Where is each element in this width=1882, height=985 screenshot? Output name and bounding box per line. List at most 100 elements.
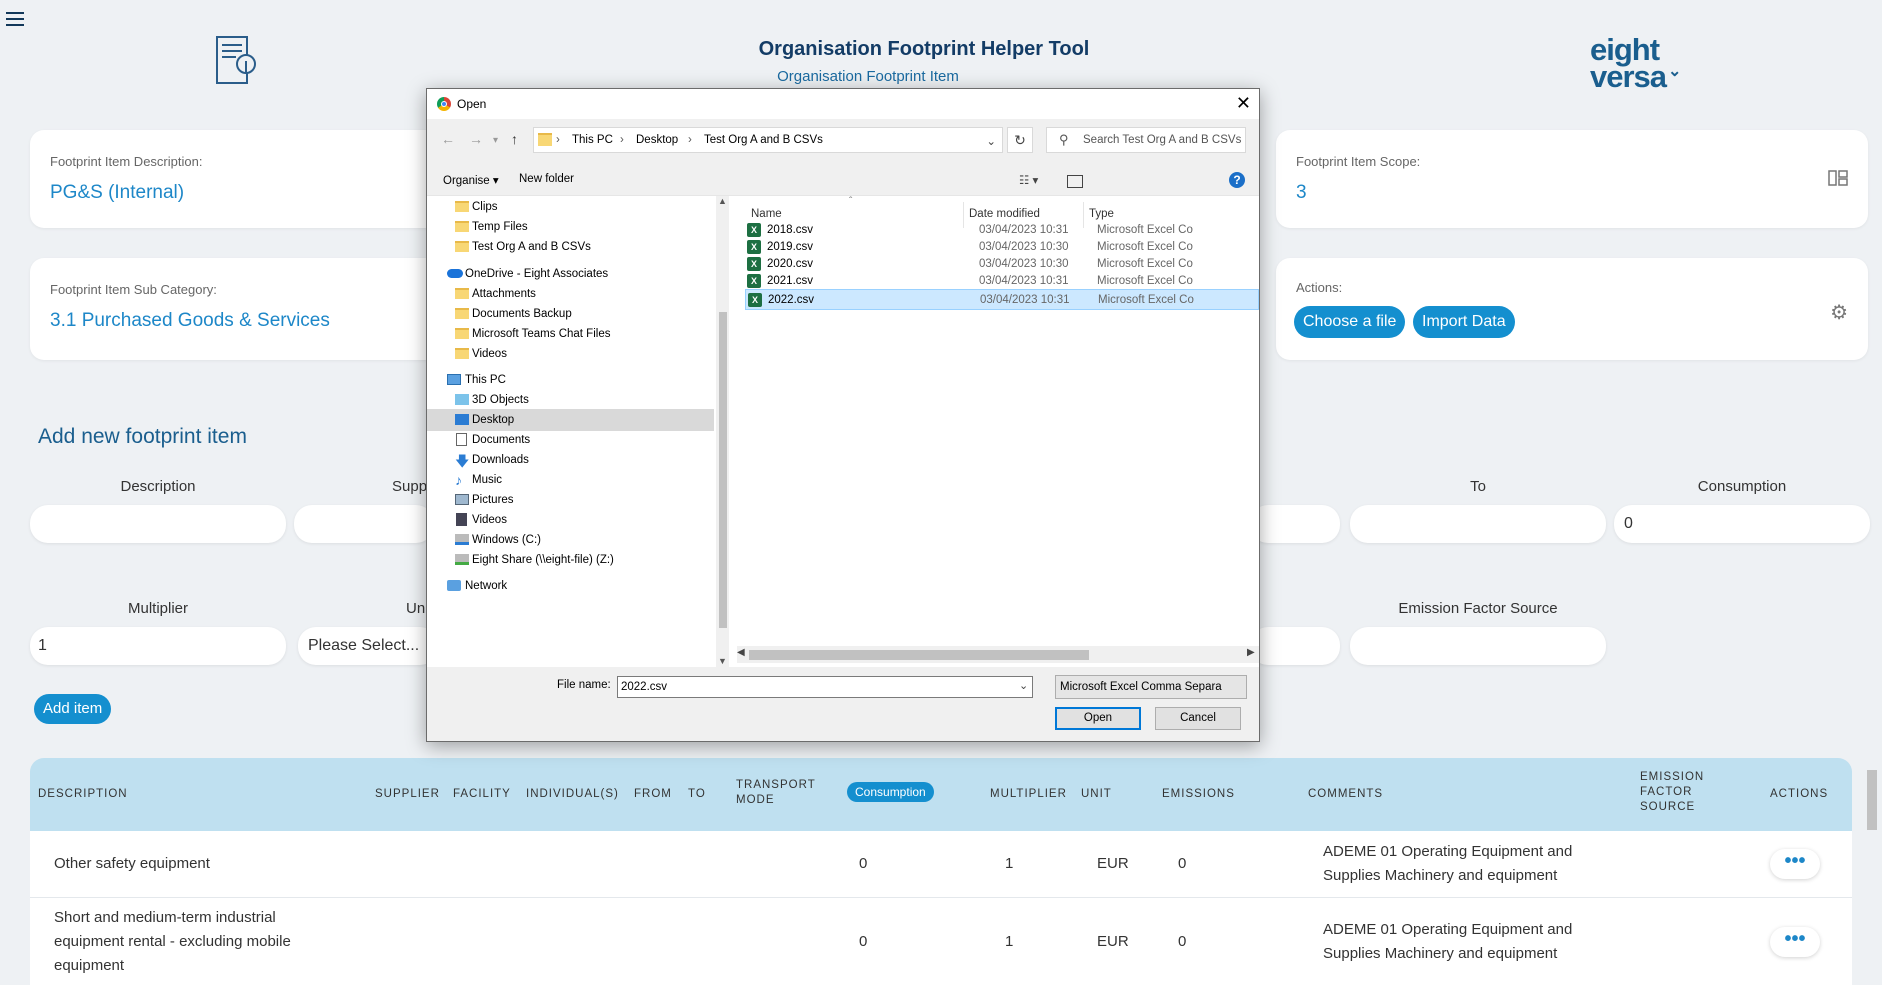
header-supplier[interactable]: SUPPLIER — [375, 787, 440, 802]
supplier-input[interactable] — [294, 505, 434, 543]
import-data-button[interactable]: Import Data — [1413, 306, 1515, 338]
cell-consumption: 0 — [859, 855, 868, 872]
header-consumption[interactable]: Consumption — [847, 782, 934, 802]
column-date-modified[interactable]: Date modified — [969, 208, 1040, 220]
from-input[interactable] — [1250, 505, 1340, 543]
dialog-title: Open — [457, 97, 487, 111]
tree-item-desktop[interactable]: Desktop — [427, 409, 714, 431]
file-name-input[interactable]: 2022.csv — [617, 676, 1033, 698]
file-type-select[interactable]: Microsoft Excel Comma Separa — [1055, 675, 1247, 699]
cell-comments-line2: Supplies Machinery and equipment — [1323, 945, 1558, 962]
cancel-button[interactable]: Cancel — [1155, 707, 1241, 730]
tree-item-onedrive[interactable]: OneDrive - Eight Associates — [427, 263, 714, 285]
tree-item-onedrive-videos[interactable]: Videos — [427, 343, 714, 365]
tree-item-eight-share[interactable]: Eight Share (\\eight-file) (Z:) — [427, 549, 714, 571]
column-type[interactable]: Type — [1089, 208, 1114, 220]
tree-item-test-org[interactable]: Test Org A and B CSVs — [427, 236, 714, 258]
tree-item-3d-objects[interactable]: 3D Objects — [427, 389, 714, 411]
breadcrumb-current-folder[interactable]: Test Org A and B CSVs — [704, 134, 823, 146]
hamburger-menu-icon[interactable] — [6, 12, 24, 28]
table-row[interactable]: Other safety equipment 0 1 EUR 0 ADEME 0… — [30, 831, 1852, 898]
close-icon[interactable]: ✕ — [1236, 93, 1251, 114]
horizontal-scrollbar-thumb[interactable] — [749, 650, 1089, 660]
header-ef-source[interactable]: EMISSION FACTOR SOURCE — [1640, 770, 1704, 815]
header-comments[interactable]: COMMENTS — [1308, 787, 1383, 802]
header-multiplier[interactable]: MULTIPLIER — [990, 787, 1067, 802]
network-drive-icon — [455, 554, 469, 565]
multiplier-input[interactable]: 1 — [30, 627, 286, 665]
eightversa-logo[interactable]: eight versa ⌄ — [1590, 34, 1681, 92]
cell-comments: ADEME 01 Operating Equipment and Supplie… — [1323, 840, 1572, 888]
file-name-dropdown-icon[interactable]: ⌄ — [1019, 679, 1028, 692]
tree-item-windows-c[interactable]: Windows (C:) — [427, 529, 714, 551]
header-emissions[interactable]: EMISSIONS — [1162, 787, 1235, 802]
tree-item-teams-chat-files[interactable]: Microsoft Teams Chat Files — [427, 323, 714, 345]
cell-description: Other safety equipment — [54, 855, 210, 872]
scroll-left-icon[interactable]: ◀ — [737, 647, 745, 658]
to-input[interactable] — [1350, 505, 1606, 543]
tree-item-temp-files[interactable]: Temp Files — [427, 216, 714, 238]
recent-locations-icon[interactable]: ▾ — [493, 135, 498, 146]
header-actions: ACTIONS — [1770, 788, 1829, 800]
choose-file-button[interactable]: Choose a file — [1294, 306, 1406, 338]
excel-csv-icon: X — [747, 274, 761, 288]
header-facility[interactable]: FACILITY — [453, 787, 511, 802]
address-dropdown-icon[interactable]: ⌄ — [986, 134, 996, 148]
column-name[interactable]: Name — [751, 208, 782, 220]
preview-pane-icon[interactable] — [1067, 175, 1083, 188]
help-icon[interactable]: ? — [1229, 172, 1245, 188]
row-actions-button[interactable]: ••• — [1770, 849, 1820, 879]
unit-select[interactable]: Please Select... — [298, 627, 438, 665]
description-card-value: PG&S (Internal) — [50, 182, 185, 203]
header-to[interactable]: TO — [688, 787, 706, 802]
tree-item-downloads[interactable]: 🡇 Downloads — [427, 449, 714, 471]
row-actions-button[interactable]: ••• — [1770, 927, 1820, 957]
search-input[interactable]: ⚲ Search Test Org A and B CSVs — [1046, 127, 1246, 153]
tree-item-label: Windows (C:) — [472, 534, 542, 546]
header-from[interactable]: FROM — [634, 787, 672, 802]
file-row-selected[interactable]: X 2022.csv 03/04/2023 10:31 Microsoft Excel… — [745, 289, 1259, 310]
tree-item-music[interactable]: ♪ Music — [427, 469, 714, 491]
scroll-down-icon[interactable]: ▼ — [718, 656, 727, 666]
address-bar[interactable]: › This PC › Desktop › Test Org A and B C… — [533, 127, 1003, 153]
tree-item-pictures[interactable]: Pictures — [427, 489, 714, 511]
header-unit[interactable]: UNIT — [1081, 787, 1112, 802]
open-button[interactable]: Open — [1055, 707, 1141, 730]
up-arrow-icon[interactable]: ↑ — [511, 131, 518, 147]
header-transport-mode[interactable]: TRANSPORT MODE — [736, 778, 816, 808]
tree-item-this-pc[interactable]: This PC — [427, 369, 714, 391]
tree-item-attachments[interactable]: Attachments — [427, 283, 714, 305]
tree-item-label: Pictures — [472, 494, 514, 506]
settings-gear-icon[interactable]: ⚙ — [1830, 300, 1848, 325]
new-folder-button[interactable]: New folder — [519, 173, 574, 185]
table-row[interactable]: Short and medium-term industrial equipme… — [30, 898, 1852, 985]
scroll-right-icon[interactable]: ▶ — [1247, 647, 1255, 658]
refresh-icon[interactable]: ↻ — [1007, 127, 1033, 153]
network-icon — [447, 580, 461, 591]
consumption-input[interactable]: 0 — [1614, 505, 1870, 543]
dialog-titlebar[interactable]: Open ✕ — [427, 89, 1259, 119]
add-item-button[interactable]: Add item — [34, 694, 112, 724]
app-title: Organisation Footprint Helper Tool — [758, 38, 1090, 60]
ef-source-input[interactable] — [1350, 627, 1606, 665]
back-arrow-icon[interactable]: ← — [441, 131, 455, 147]
view-options-icon[interactable]: ☷ ▾ — [1019, 173, 1038, 187]
description-input[interactable] — [30, 505, 286, 543]
header-individuals[interactable]: INDIVIDUAL(S) — [526, 787, 619, 802]
navigation-scrollbar-thumb[interactable] — [719, 312, 727, 628]
excel-csv-icon: X — [747, 223, 761, 237]
page-scrollbar-thumb[interactable] — [1867, 770, 1877, 830]
multiplier-label: Multiplier — [127, 600, 188, 617]
tree-item-clips[interactable]: Clips — [427, 196, 714, 218]
scroll-up-icon[interactable]: ▲ — [718, 196, 727, 206]
emission-factor-input[interactable] — [1250, 627, 1340, 665]
header-description[interactable]: DESCRIPTION — [38, 787, 128, 802]
tree-item-documents[interactable]: Documents — [427, 429, 714, 451]
tree-item-network[interactable]: Network — [427, 575, 714, 597]
breadcrumb-desktop[interactable]: Desktop — [636, 134, 678, 146]
breadcrumb-this-pc[interactable]: This PC — [572, 134, 613, 146]
tree-item-documents-backup[interactable]: Documents Backup — [427, 303, 714, 325]
tree-item-videos[interactable]: Videos — [427, 509, 714, 531]
organise-button[interactable]: Organise ▾ — [443, 173, 499, 187]
forward-arrow-icon[interactable]: → — [469, 131, 483, 147]
